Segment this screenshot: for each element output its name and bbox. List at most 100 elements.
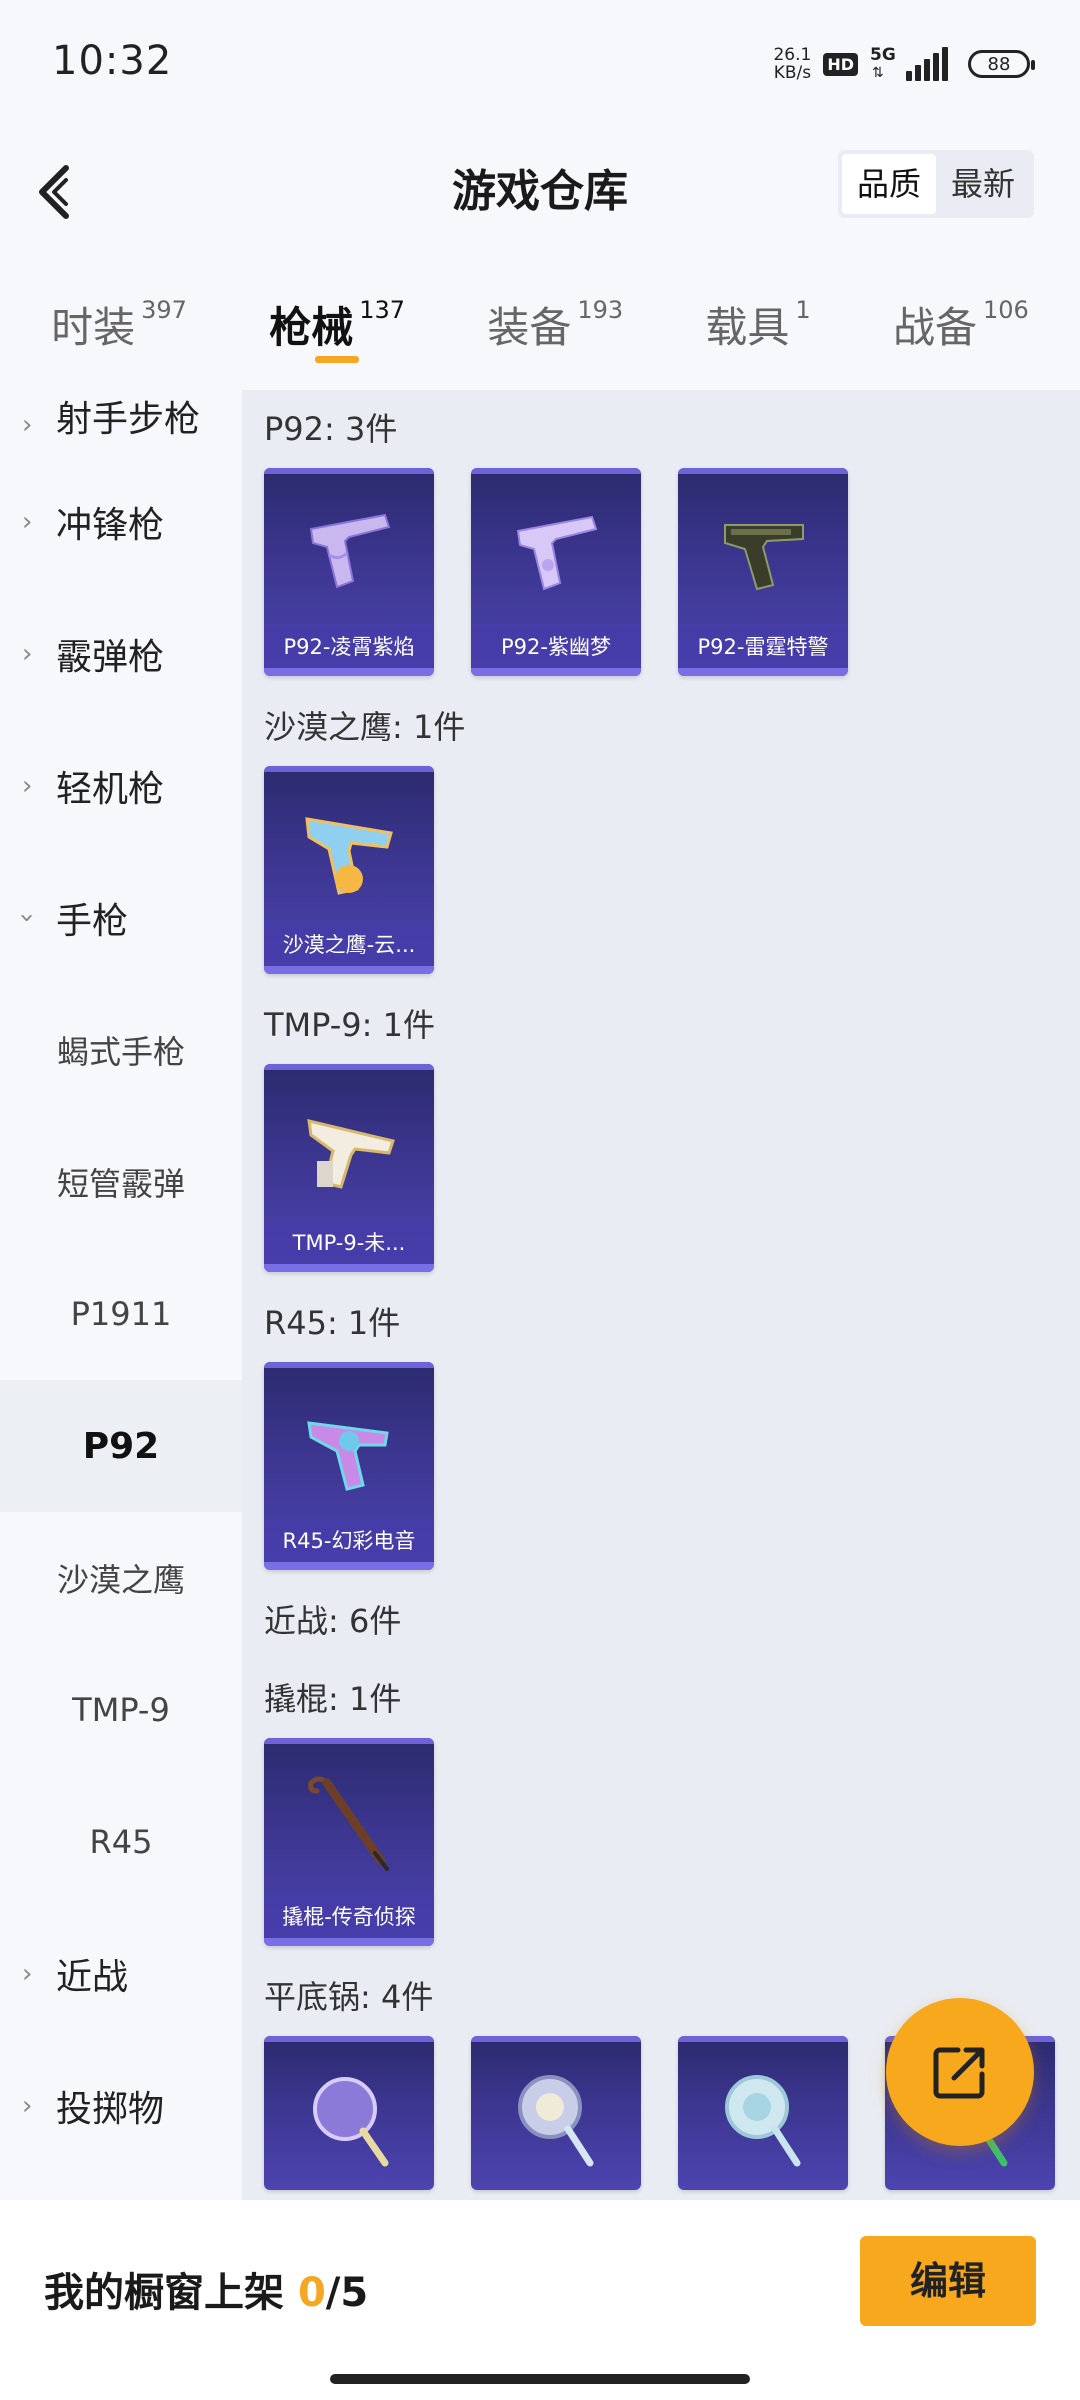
edit-button[interactable]: 编辑 (860, 2236, 1036, 2326)
sidebar-item-label: 冲锋枪 (56, 505, 165, 546)
sidebar-item-label: 射手步枪 (56, 399, 201, 440)
item-card[interactable]: P92-雷霆特警 (678, 468, 848, 676)
sidebar-item-sawed-off[interactable]: 短管霰弹 (0, 1116, 242, 1248)
sort-toggle: 品质 最新 (838, 150, 1034, 218)
home-indicator[interactable] (330, 2374, 750, 2384)
tab-label: 枪械 (269, 303, 354, 352)
battery-level: 88 (987, 53, 1011, 75)
section-desert-eagle: 沙漠之鹰: 1件 沙漠之鹰-云... (264, 688, 1080, 974)
item-card[interactable]: P92-紫幽梦 (471, 468, 641, 676)
frying-pan-icon (471, 2048, 641, 2188)
network-speed-unit: KB/s (773, 63, 812, 83)
section-title: TMP-9: 1件 (264, 1006, 435, 1044)
item-name: 撬棍-传奇侦探 (264, 1896, 434, 1938)
pistol-icon (264, 778, 434, 918)
item-card[interactable]: R45-幻彩电音 (264, 1362, 434, 1570)
revolver-icon (264, 1374, 434, 1514)
tab-fashion[interactable]: 时装 397 (51, 260, 187, 390)
sidebar-item-label: 轻机枪 (56, 769, 165, 810)
chevron-right-icon: › (22, 410, 33, 440)
data-arrows-icon: ⇅ (872, 65, 884, 81)
weapon-type-sidebar: › 射手步枪 › 冲锋枪 › 霰弹枪 › 轻机枪 › 手枪 蝎式手枪 短管霰弹 … (0, 390, 242, 2200)
hd-icon: HD (823, 52, 858, 76)
section-title: P92: 3件 (264, 410, 398, 448)
section-title: 沙漠之鹰: 1件 (264, 708, 466, 746)
frying-pan-icon (678, 2048, 848, 2188)
tab-vehicles[interactable]: 载具 1 (705, 260, 810, 390)
item-list: P92: 3件 P92-凌霄紫焰 P92-紫幽梦 P92-雷霆特警 沙漠之鹰: … (242, 390, 1080, 2200)
showcase-total: /5 (325, 2270, 369, 2316)
showcase-count: 我的橱窗上架 0/5 (44, 2260, 368, 2318)
crowbar-icon (264, 1750, 434, 1890)
tab-supplies[interactable]: 战备 106 (893, 260, 1029, 390)
sidebar-item-marksman-rifle[interactable]: › 射手步枪 (0, 390, 242, 456)
chevron-right-icon: › (22, 771, 33, 801)
status-icons: 26.1 KB/s HD 5G ⇅ 88 (773, 44, 1035, 84)
sidebar-item-pistol[interactable]: › 手枪 (0, 852, 242, 984)
tab-count: 1 (795, 296, 811, 324)
signal-icon: 5G ⇅ (870, 45, 948, 81)
sort-option-newest[interactable]: 最新 (936, 154, 1030, 214)
tab-label: 战备 (892, 303, 977, 352)
item-card[interactable] (678, 2036, 848, 2190)
sort-option-quality[interactable]: 品质 (842, 154, 936, 214)
sidebar-item-label: 手枪 (56, 901, 129, 942)
tab-count: 137 (359, 296, 406, 324)
share-out-icon (933, 2047, 985, 2099)
chevron-right-icon: › (22, 639, 33, 669)
item-card[interactable]: P92-凌霄紫焰 (264, 468, 434, 676)
tab-equipment[interactable]: 装备 193 (487, 260, 623, 390)
showcase-label: 我的橱窗上架 (44, 2270, 284, 2316)
item-card[interactable]: 撬棍-传奇侦探 (264, 1738, 434, 1946)
chevron-down-icon: › (12, 912, 43, 924)
section-title: 撬棍: 1件 (264, 1680, 402, 1718)
chevron-right-icon: › (22, 2091, 33, 2121)
item-card[interactable] (471, 2036, 641, 2190)
chevron-right-icon: › (22, 1959, 33, 1989)
item-name: R45-幻彩电音 (264, 1520, 434, 1562)
item-card[interactable]: 沙漠之鹰-云... (264, 766, 434, 974)
tab-count: 106 (982, 296, 1029, 324)
section-p92: P92: 3件 P92-凌霄紫焰 P92-紫幽梦 P92-雷霆特警 (264, 390, 1080, 676)
sidebar-item-smg[interactable]: › 冲锋枪 (0, 456, 242, 588)
item-name: P92-雷霆特警 (678, 626, 848, 668)
section-crowbar: 撬棍: 1件 撬棍-传奇侦探 (264, 1666, 1080, 1946)
tab-label: 时装 (51, 303, 136, 352)
tab-label: 载具 (705, 303, 790, 352)
pistol-icon (471, 480, 641, 620)
smg-icon (264, 1076, 434, 1216)
frying-pan-icon (264, 2048, 434, 2188)
sidebar-item-throwables[interactable]: › 投掷物 (0, 2040, 242, 2172)
tab-count: 397 (141, 296, 187, 324)
status-time: 10:32 (52, 38, 173, 84)
battery-icon: 88 (968, 50, 1035, 78)
tab-active-indicator (315, 356, 360, 363)
item-card[interactable] (264, 2036, 434, 2190)
network-type: 5G (870, 45, 896, 65)
network-speed: 26.1 KB/s (773, 46, 811, 82)
showcase-current: 0 (297, 2270, 326, 2316)
sidebar-item-melee[interactable]: › 近战 (0, 1908, 242, 2040)
tab-count: 193 (577, 296, 624, 324)
section-r45: R45: 1件 R45-幻彩电音 (264, 1284, 1080, 1570)
sidebar-item-tmp9[interactable]: TMP-9 (0, 1644, 242, 1776)
item-card[interactable]: TMP-9-未... (264, 1064, 434, 1272)
status-bar: 10:32 26.1 KB/s HD 5G ⇅ 88 (0, 0, 1080, 130)
share-fab-button[interactable] (886, 1998, 1034, 2146)
app-header: 游戏仓库 品质 最新 (0, 130, 1080, 260)
sidebar-item-skorpion[interactable]: 蝎式手枪 (0, 984, 242, 1116)
section-melee: 近战: 6件 (264, 1582, 1080, 1666)
section-title: 近战: 6件 (264, 1602, 402, 1640)
network-speed-value: 26.1 (773, 45, 812, 65)
sidebar-item-p92[interactable]: P92 (0, 1380, 242, 1512)
item-name: P92-凌霄紫焰 (264, 626, 434, 668)
sidebar-item-desert-eagle[interactable]: 沙漠之鹰 (0, 1512, 242, 1644)
sidebar-item-p1911[interactable]: P1911 (0, 1248, 242, 1380)
sidebar-item-lmg[interactable]: › 轻机枪 (0, 720, 242, 852)
sidebar-item-r45[interactable]: R45 (0, 1776, 242, 1908)
chevron-right-icon: › (22, 507, 33, 537)
tab-firearms[interactable]: 枪械 137 (269, 260, 405, 390)
category-tabs: 时装 397 枪械 137 装备 193 载具 1 战备 106 (0, 260, 1080, 390)
sidebar-item-shotgun[interactable]: › 霰弹枪 (0, 588, 242, 720)
pistol-icon (678, 480, 848, 620)
